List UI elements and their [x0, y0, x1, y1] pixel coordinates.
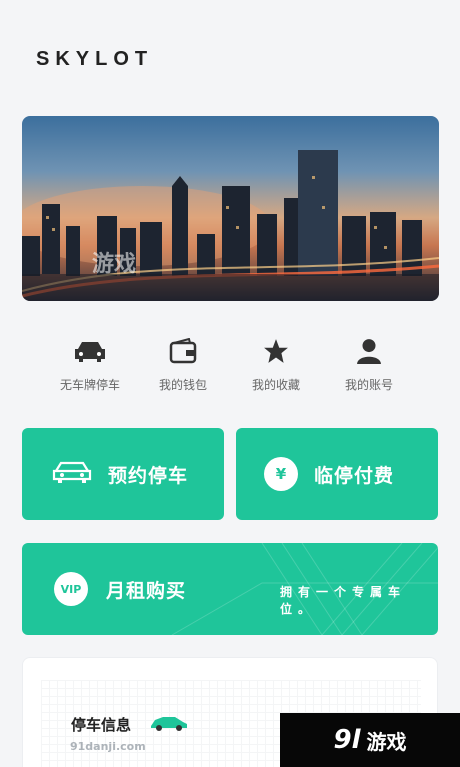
user-icon: [314, 334, 424, 368]
pay-parking-label: 临停付费: [314, 464, 395, 487]
watermark-logo: 9l 游戏: [280, 713, 460, 767]
car-outline-icon: [52, 459, 92, 489]
monthly-rent-label: 月租购买: [106, 579, 187, 602]
watermark-logo-mark: 9l: [333, 725, 361, 755]
city-skyline-illustration: [22, 150, 439, 301]
reserve-parking-label: 预约停车: [108, 464, 189, 487]
monthly-rent-button[interactable]: VIP 月租购买 拥有一个专属车位。: [22, 543, 438, 635]
banner-watermark: 游戏: [92, 252, 137, 277]
pay-parking-button[interactable]: ¥ 临停付费: [236, 428, 438, 520]
reserve-parking-button[interactable]: 预约停车: [22, 428, 224, 520]
yen-icon: ¥: [264, 457, 298, 491]
app-logo: SKYLOT: [36, 48, 154, 70]
banner-image[interactable]: 游戏: [22, 116, 439, 301]
car-side-icon: [149, 714, 189, 736]
parking-info-title: 停车信息: [71, 716, 132, 734]
watermark-site: 91danji.com: [70, 740, 146, 753]
quick-action-account[interactable]: 我的账号: [314, 334, 424, 393]
vip-icon: VIP: [54, 572, 88, 606]
monthly-rent-subtitle: 拥有一个专属车位。: [280, 585, 407, 616]
watermark-text: 游戏: [366, 729, 407, 754]
quick-action-label: 我的账号: [344, 378, 393, 392]
